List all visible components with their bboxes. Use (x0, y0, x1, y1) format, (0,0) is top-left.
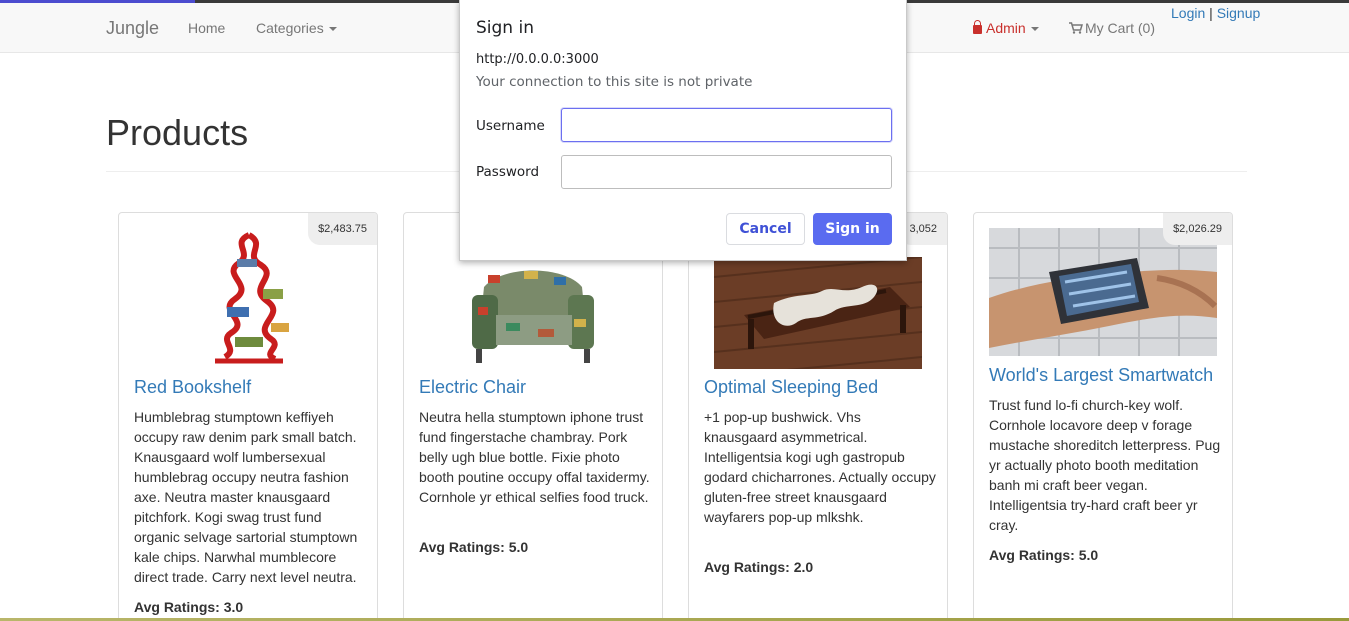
sign-in-button[interactable]: Sign in (813, 213, 892, 245)
product-image[interactable] (462, 257, 604, 369)
lock-icon (973, 20, 982, 34)
product-description: Neutra hella stumptown iphone trust fund… (419, 409, 650, 505)
product-description: Humblebrag stumptown keffiyeh occupy raw… (134, 409, 358, 585)
rating-label: Avg Ratings: (989, 547, 1075, 563)
username-label: Username (476, 118, 545, 134)
username-field[interactable] (561, 108, 892, 142)
product-card: Electric Chair Neutra hella stumptown ip… (403, 212, 663, 621)
nav-cart-label: My Cart (0) (1085, 20, 1155, 36)
product-image[interactable] (714, 257, 922, 369)
brand-link[interactable]: Jungle (106, 18, 159, 39)
product-title[interactable]: Electric Chair (419, 377, 526, 398)
nav-cart[interactable]: My Cart (0) (1069, 20, 1155, 36)
price-badge: $2,483.75 (308, 213, 377, 245)
dialog-privacy-note: Your connection to this site is not priv… (476, 74, 753, 90)
rating-value: 5.0 (1078, 547, 1099, 563)
product-card: $2,483.75 Red Bookshelf Humblebrag stump… (118, 212, 378, 621)
auth-links: Login | Signup (1171, 5, 1260, 21)
rating-value: 5.0 (508, 539, 529, 555)
chevron-down-icon (1030, 27, 1039, 32)
chevron-down-icon (328, 27, 337, 32)
password-label: Password (476, 164, 540, 180)
product-title[interactable]: World's Largest Smartwatch (989, 365, 1213, 386)
product-rating: Avg Ratings: 5.0 (419, 539, 528, 555)
product-title[interactable]: Optimal Sleeping Bed (704, 377, 878, 398)
product-image[interactable] (989, 228, 1217, 356)
product-card: $2,026.29 World's Largest Smartwatch Tru… (973, 212, 1233, 621)
login-link[interactable]: Login (1171, 5, 1205, 21)
loading-progress (0, 0, 195, 3)
product-rating: Avg Ratings: 2.0 (704, 559, 813, 575)
price-badge: $2,026.29 (1163, 213, 1232, 245)
rating-label: Avg Ratings: (704, 559, 790, 575)
product-title[interactable]: Red Bookshelf (134, 377, 251, 398)
rating-value: 2.0 (793, 559, 814, 575)
signup-link[interactable]: Signup (1217, 5, 1261, 21)
page-title: Products (106, 112, 249, 153)
rating-label: Avg Ratings: (419, 539, 505, 555)
nav-categories-dropdown[interactable]: Categories (256, 20, 337, 36)
product-card: 3,052 Optimal Sleeping Bed +1 pop-up bus… (688, 212, 948, 621)
sign-in-dialog: Sign in http://0.0.0.0:3000 Your connect… (459, 0, 907, 261)
product-description: Trust fund lo-fi church-key wolf. Cornho… (989, 397, 1221, 533)
rating-label: Avg Ratings: (134, 599, 220, 615)
cancel-button[interactable]: Cancel (726, 213, 805, 245)
auth-separator: | (1209, 5, 1213, 21)
nav-home[interactable]: Home (188, 20, 225, 36)
nav-admin-dropdown[interactable]: Admin (973, 20, 1039, 36)
dialog-title: Sign in (476, 18, 534, 38)
product-rating: Avg Ratings: 5.0 (989, 547, 1098, 563)
product-description: +1 pop-up bushwick. Vhs knausgaard asymm… (704, 409, 936, 525)
dialog-url: http://0.0.0.0:3000 (476, 52, 599, 67)
password-field[interactable] (561, 155, 892, 189)
product-image[interactable] (191, 229, 307, 367)
cart-icon (1069, 22, 1083, 34)
rating-value: 3.0 (223, 599, 244, 615)
product-rating: Avg Ratings: 3.0 (134, 599, 243, 615)
nav-categories-label: Categories (256, 20, 324, 36)
nav-admin-label: Admin (986, 20, 1026, 36)
